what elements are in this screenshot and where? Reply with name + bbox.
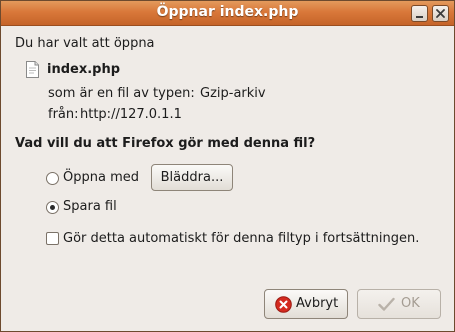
browse-button[interactable]: Bläddra...	[151, 164, 233, 191]
save-file-label[interactable]: Spara fil	[63, 199, 117, 214]
save-file-radio[interactable]	[46, 201, 59, 214]
source-label: från:	[48, 107, 79, 122]
auto-action-label[interactable]: Gör detta automatiskt för denna filtyp i…	[63, 231, 419, 246]
ok-label: OK	[401, 296, 420, 311]
ok-button[interactable]: OK	[357, 289, 441, 319]
close-button[interactable]	[432, 5, 449, 22]
action-question: Vad vill du att Firefox gör med denna fi…	[15, 136, 316, 151]
radio-selected-dot	[50, 205, 55, 210]
open-with-radio[interactable]	[46, 172, 59, 185]
file-type-value: Gzip-arkiv	[200, 86, 266, 101]
cancel-icon	[275, 296, 292, 313]
minimize-icon	[416, 16, 423, 18]
document-icon	[26, 61, 39, 78]
open-with-label[interactable]: Öppna med	[63, 170, 139, 185]
cancel-label: Avbryt	[296, 296, 339, 311]
download-dialog-window: Öppnar index.php Du har valt att öppna i…	[0, 0, 455, 332]
cancel-button[interactable]: Avbryt	[264, 289, 348, 319]
source-url: http://127.0.1.1	[80, 107, 182, 122]
file-name: index.php	[47, 62, 121, 77]
close-icon	[436, 9, 445, 18]
intro-text: Du har valt att öppna	[15, 36, 155, 51]
window-title: Öppnar index.php	[156, 4, 299, 20]
checkmark-icon	[378, 297, 395, 311]
file-type-label: som är en fil av typen:	[48, 86, 195, 101]
minimize-button[interactable]	[411, 5, 428, 22]
auto-action-checkbox[interactable]	[46, 232, 59, 245]
title-bar[interactable]: Öppnar index.php	[1, 1, 454, 26]
